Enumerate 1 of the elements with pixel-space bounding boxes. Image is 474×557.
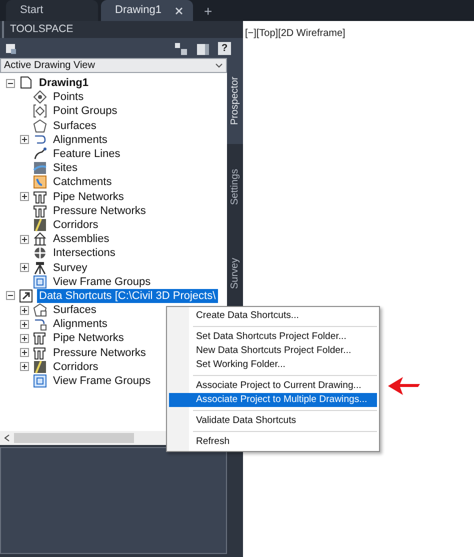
panel-title: TOOLSPACE — [2, 21, 243, 38]
